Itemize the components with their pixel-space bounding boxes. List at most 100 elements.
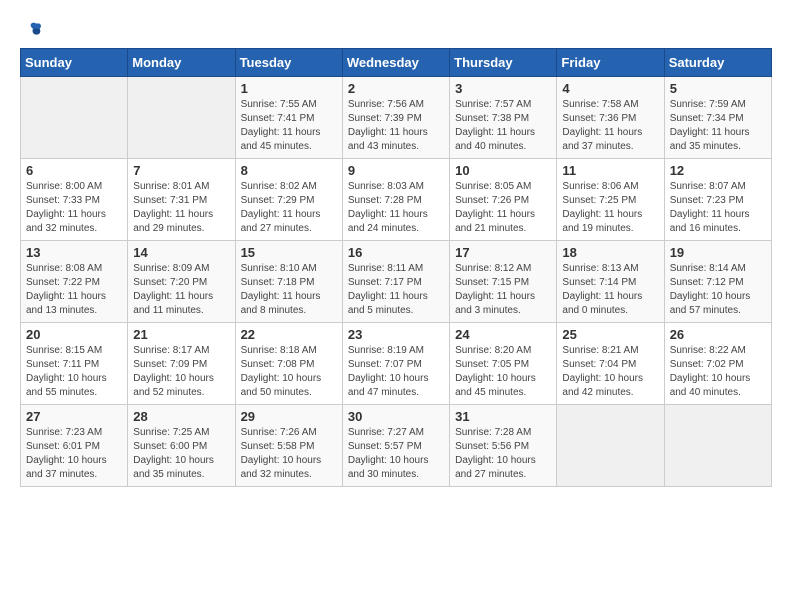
- day-info: Sunrise: 8:11 AM Sunset: 7:17 PM Dayligh…: [348, 262, 444, 318]
- calendar-cell: 11 Sunrise: 8:06 AM Sunset: 7:25 PM Dayli…: [557, 159, 664, 241]
- day-info: Sunrise: 8:05 AM Sunset: 7:26 PM Dayligh…: [455, 180, 551, 236]
- calendar-cell: [21, 77, 128, 159]
- day-info: Sunrise: 8:10 AM Sunset: 7:18 PM Dayligh…: [241, 262, 337, 318]
- day-number: 11: [562, 163, 658, 178]
- day-number: 1: [241, 81, 337, 96]
- logo: [20, 20, 44, 42]
- day-number: 25: [562, 327, 658, 342]
- day-info: Sunrise: 7:27 AM Sunset: 5:57 PM Dayligh…: [348, 426, 444, 482]
- calendar-cell: 18Sunrise: 8:13 AM Sunset: 7:14 PM Dayli…: [557, 241, 664, 323]
- calendar-cell: 26Sunrise: 8:22 AM Sunset: 7:02 PM Dayli…: [664, 323, 771, 405]
- day-info: Sunrise: 8:20 AM Sunset: 7:05 PM Dayligh…: [455, 344, 551, 400]
- day-info: Sunrise: 8:19 AM Sunset: 7:07 PM Dayligh…: [348, 344, 444, 400]
- calendar-cell: [664, 405, 771, 487]
- day-number: 13: [26, 245, 122, 260]
- calendar-week-row: 20 Sunrise: 8:15 AM Sunset: 7:11 PM Dayli…: [21, 323, 772, 405]
- calendar-cell: 6 Sunrise: 8:00 AM Sunset: 7:33 PM Daylig…: [21, 159, 128, 241]
- day-number: 22: [241, 327, 337, 342]
- day-info: Sunrise: 7:28 AM Sunset: 5:56 PM Dayligh…: [455, 426, 551, 482]
- day-number: 20: [26, 327, 122, 342]
- calendar-cell: 16 Sunrise: 8:11 AM Sunset: 7:17 PM Dayli…: [342, 241, 449, 323]
- day-info: Sunrise: 7:59 AM Sunset: 7:34 PM Dayligh…: [670, 98, 766, 154]
- day-number: 3: [455, 81, 551, 96]
- day-info: Sunrise: 8:06 AM Sunset: 7:25 PM Dayligh…: [562, 180, 658, 236]
- calendar-cell: 10 Sunrise: 8:05 AM Sunset: 7:26 PM Dayli…: [450, 159, 557, 241]
- day-info: Sunrise: 7:58 AM Sunset: 7:36 PM Dayligh…: [562, 98, 658, 154]
- day-info: Sunrise: 8:03 AM Sunset: 7:28 PM Dayligh…: [348, 180, 444, 236]
- calendar-cell: 20 Sunrise: 8:15 AM Sunset: 7:11 PM Dayli…: [21, 323, 128, 405]
- calendar-cell: 17Sunrise: 8:12 AM Sunset: 7:15 PM Dayli…: [450, 241, 557, 323]
- day-info: Sunrise: 7:26 AM Sunset: 5:58 PM Dayligh…: [241, 426, 337, 482]
- day-info: Sunrise: 7:55 AM Sunset: 7:41 PM Dayligh…: [241, 98, 337, 154]
- calendar-cell: [557, 405, 664, 487]
- day-info: Sunrise: 8:15 AM Sunset: 7:11 PM Dayligh…: [26, 344, 122, 400]
- calendar-cell: 24 Sunrise: 8:20 AM Sunset: 7:05 PM Dayli…: [450, 323, 557, 405]
- day-number: 16: [348, 245, 444, 260]
- day-info: Sunrise: 8:00 AM Sunset: 7:33 PM Dayligh…: [26, 180, 122, 236]
- day-info: Sunrise: 8:09 AM Sunset: 7:20 PM Dayligh…: [133, 262, 229, 318]
- calendar-cell: 30 Sunrise: 7:27 AM Sunset: 5:57 PM Dayli…: [342, 405, 449, 487]
- day-info: Sunrise: 8:01 AM Sunset: 7:31 PM Dayligh…: [133, 180, 229, 236]
- day-number: 19: [670, 245, 766, 260]
- day-number: 21: [133, 327, 229, 342]
- calendar-week-row: 6 Sunrise: 8:00 AM Sunset: 7:33 PM Daylig…: [21, 159, 772, 241]
- calendar-cell: 22 Sunrise: 8:18 AM Sunset: 7:08 PM Dayli…: [235, 323, 342, 405]
- calendar-week-row: 27 Sunrise: 7:23 AM Sunset: 6:01 PM Dayli…: [21, 405, 772, 487]
- day-info: Sunrise: 7:56 AM Sunset: 7:39 PM Dayligh…: [348, 98, 444, 154]
- day-number: 2: [348, 81, 444, 96]
- calendar-cell: 29 Sunrise: 7:26 AM Sunset: 5:58 PM Dayli…: [235, 405, 342, 487]
- day-number: 17: [455, 245, 551, 260]
- calendar-week-row: 1 Sunrise: 7:55 AM Sunset: 7:41 PM Daylig…: [21, 77, 772, 159]
- day-info: Sunrise: 8:17 AM Sunset: 7:09 PM Dayligh…: [133, 344, 229, 400]
- calendar-cell: 7 Sunrise: 8:01 AM Sunset: 7:31 PM Daylig…: [128, 159, 235, 241]
- day-info: Sunrise: 8:14 AM Sunset: 7:12 PM Dayligh…: [670, 262, 766, 318]
- day-number: 15: [241, 245, 337, 260]
- calendar-cell: 19 Sunrise: 8:14 AM Sunset: 7:12 PM Dayli…: [664, 241, 771, 323]
- calendar-cell: 13 Sunrise: 8:08 AM Sunset: 7:22 PM Dayli…: [21, 241, 128, 323]
- calendar-table: SundayMondayTuesdayWednesdayThursdayFrid…: [20, 48, 772, 487]
- day-info: Sunrise: 8:18 AM Sunset: 7:08 PM Dayligh…: [241, 344, 337, 400]
- day-number: 23: [348, 327, 444, 342]
- day-info: Sunrise: 8:02 AM Sunset: 7:29 PM Dayligh…: [241, 180, 337, 236]
- calendar-cell: 23 Sunrise: 8:19 AM Sunset: 7:07 PM Dayli…: [342, 323, 449, 405]
- calendar-cell: [128, 77, 235, 159]
- day-info: Sunrise: 8:21 AM Sunset: 7:04 PM Dayligh…: [562, 344, 658, 400]
- calendar-cell: 9 Sunrise: 8:03 AM Sunset: 7:28 PM Daylig…: [342, 159, 449, 241]
- calendar-cell: 5 Sunrise: 7:59 AM Sunset: 7:34 PM Daylig…: [664, 77, 771, 159]
- day-info: Sunrise: 8:08 AM Sunset: 7:22 PM Dayligh…: [26, 262, 122, 318]
- weekday-header-monday: Monday: [128, 49, 235, 77]
- day-number: 5: [670, 81, 766, 96]
- calendar-cell: 12 Sunrise: 8:07 AM Sunset: 7:23 PM Dayli…: [664, 159, 771, 241]
- day-number: 28: [133, 409, 229, 424]
- calendar-cell: 3Sunrise: 7:57 AM Sunset: 7:38 PM Daylig…: [450, 77, 557, 159]
- day-number: 12: [670, 163, 766, 178]
- weekday-header-friday: Friday: [557, 49, 664, 77]
- calendar-cell: 25 Sunrise: 8:21 AM Sunset: 7:04 PM Dayli…: [557, 323, 664, 405]
- day-info: Sunrise: 8:13 AM Sunset: 7:14 PM Dayligh…: [562, 262, 658, 318]
- calendar-cell: 21 Sunrise: 8:17 AM Sunset: 7:09 PM Dayli…: [128, 323, 235, 405]
- weekday-header-tuesday: Tuesday: [235, 49, 342, 77]
- weekday-header-sunday: Sunday: [21, 49, 128, 77]
- weekday-header-row: SundayMondayTuesdayWednesdayThursdayFrid…: [21, 49, 772, 77]
- day-number: 9: [348, 163, 444, 178]
- calendar-cell: 2 Sunrise: 7:56 AM Sunset: 7:39 PM Daylig…: [342, 77, 449, 159]
- day-number: 30: [348, 409, 444, 424]
- calendar-cell: 27 Sunrise: 7:23 AM Sunset: 6:01 PM Dayli…: [21, 405, 128, 487]
- day-number: 24: [455, 327, 551, 342]
- day-info: Sunrise: 7:23 AM Sunset: 6:01 PM Dayligh…: [26, 426, 122, 482]
- day-number: 6: [26, 163, 122, 178]
- day-info: Sunrise: 7:25 AM Sunset: 6:00 PM Dayligh…: [133, 426, 229, 482]
- calendar-cell: 4Sunrise: 7:58 AM Sunset: 7:36 PM Daylig…: [557, 77, 664, 159]
- calendar-cell: 8Sunrise: 8:02 AM Sunset: 7:29 PM Daylig…: [235, 159, 342, 241]
- calendar-cell: 28 Sunrise: 7:25 AM Sunset: 6:00 PM Dayli…: [128, 405, 235, 487]
- day-number: 29: [241, 409, 337, 424]
- day-number: 26: [670, 327, 766, 342]
- day-info: Sunrise: 8:07 AM Sunset: 7:23 PM Dayligh…: [670, 180, 766, 236]
- day-number: 7: [133, 163, 229, 178]
- calendar-cell: 1 Sunrise: 7:55 AM Sunset: 7:41 PM Daylig…: [235, 77, 342, 159]
- day-number: 10: [455, 163, 551, 178]
- day-number: 27: [26, 409, 122, 424]
- calendar-cell: 14 Sunrise: 8:09 AM Sunset: 7:20 PM Dayli…: [128, 241, 235, 323]
- day-number: 14: [133, 245, 229, 260]
- calendar-week-row: 13 Sunrise: 8:08 AM Sunset: 7:22 PM Dayli…: [21, 241, 772, 323]
